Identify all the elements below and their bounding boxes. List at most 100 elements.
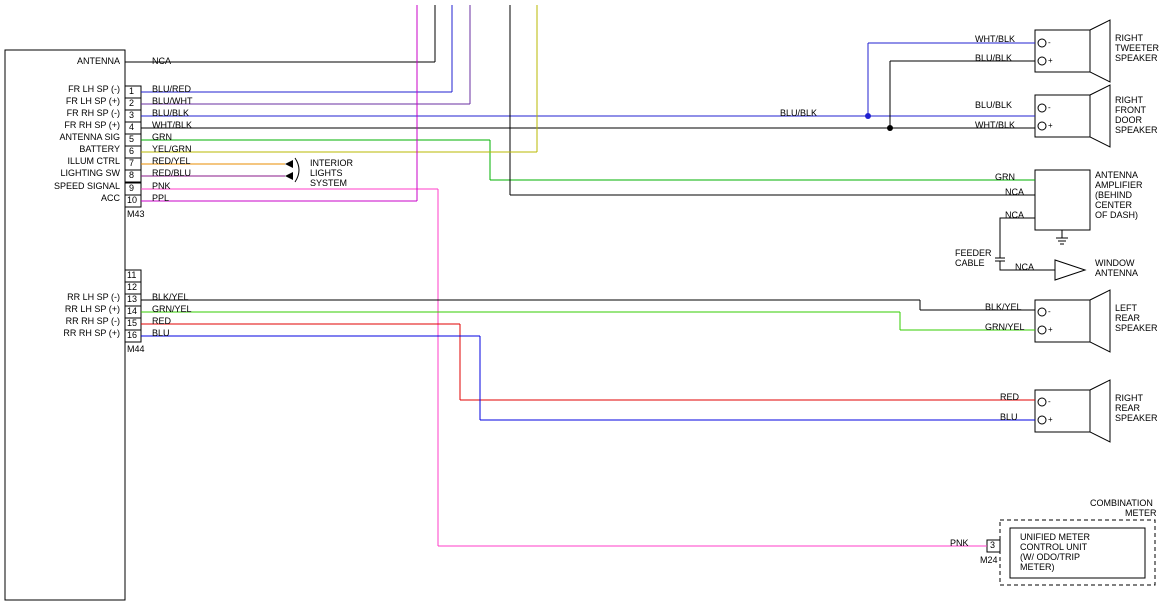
sym-pos2: +: [1048, 121, 1053, 130]
wc-grnyell: GRN/YEL: [152, 304, 192, 314]
pin-5: 5: [129, 134, 134, 144]
pin-11: 11: [127, 270, 136, 280]
wc-pnkr: PNK: [950, 538, 969, 548]
pin-8: 8: [129, 170, 134, 180]
rt-tw3: SPEAKER: [1115, 53, 1158, 63]
pin3r: 3: [990, 540, 995, 550]
rt-tw2: TWEETER: [1115, 43, 1159, 53]
wc-blkyell: BLK/YEL: [152, 292, 189, 302]
conn-m24: M24: [980, 555, 998, 565]
label-speed: SPEED SIGNAL: [54, 181, 120, 191]
blk-int3: SYSTEM: [310, 178, 347, 188]
pin-6: 6: [129, 146, 134, 156]
wc-pnk: PNK: [152, 181, 171, 191]
rt-fd1: RIGHT: [1115, 95, 1143, 105]
amp2: AMPLIFIER: [1095, 180, 1143, 190]
um2: CONTROL UNIT: [1020, 542, 1087, 552]
lr1: LEFT: [1115, 303, 1137, 313]
sym-neg1: -: [1048, 38, 1051, 47]
label-batt: BATTERY: [79, 144, 120, 154]
lr3: SPEAKER: [1115, 323, 1158, 333]
win1: WINDOW: [1095, 258, 1135, 268]
sym-neg2: -: [1048, 103, 1051, 112]
wc-whtblkr2: WHT/BLK: [975, 120, 1015, 130]
label-acc: ACC: [101, 193, 120, 203]
win2: ANTENNA: [1095, 268, 1138, 278]
wc-blublkr1: BLU/BLK: [975, 53, 1012, 63]
amp4: CENTER: [1095, 200, 1132, 210]
wc-ncaamp1: NCA: [1005, 187, 1024, 197]
label-frlhp: FR LH SP (+): [66, 96, 120, 106]
wc-blured: BLU/RED: [152, 84, 191, 94]
cable: CABLE: [955, 258, 985, 268]
label-rrrhn: RR RH SP (-): [66, 316, 120, 326]
pin-12: 12: [127, 282, 137, 292]
wc-yelgrn: YEL/GRN: [152, 144, 192, 154]
label-antenna: ANTENNA: [77, 56, 120, 66]
label-rrrhp: RR RH SP (+): [63, 328, 120, 338]
pin-3: 3: [129, 110, 134, 120]
pin-14: 14: [127, 306, 137, 316]
lr2: REAR: [1115, 313, 1140, 323]
pin-7: 7: [129, 158, 134, 168]
amp1: ANTENNA: [1095, 170, 1138, 180]
rt-fd3: DOOR: [1115, 115, 1142, 125]
sym-pos4: +: [1048, 415, 1053, 424]
wc-blublkmid: BLU/BLK: [780, 108, 817, 118]
wc-blublkr2: BLU/BLK: [975, 100, 1012, 110]
feeder: FEEDER: [955, 248, 992, 258]
wc-ppl: PPL: [152, 193, 169, 203]
comb: COMBINATION: [1090, 498, 1153, 508]
wc-blkyelr: BLK/YEL: [985, 302, 1022, 312]
wc-redr: RED: [1000, 392, 1019, 402]
um3: (W/ ODO/TRIP: [1020, 552, 1080, 562]
wc-whtblkr1: WHT/BLK: [975, 34, 1015, 44]
wc-blublkl: BLU/BLK: [152, 108, 189, 118]
pin-9: 9: [129, 183, 134, 193]
pin-2: 2: [129, 98, 134, 108]
blk-int2: LIGHTS: [310, 168, 343, 178]
pin-13: 13: [127, 294, 137, 304]
rt-fd2: FRONT: [1115, 105, 1146, 115]
rr2: REAR: [1115, 403, 1140, 413]
conn-m43: M43: [127, 209, 145, 219]
label-nca: NCA: [152, 56, 171, 66]
wc-redyel: RED/YEL: [152, 156, 191, 166]
meter: METER: [1125, 508, 1157, 518]
conn-m44: M44: [127, 344, 145, 354]
wc-grnyelr: GRN/YEL: [985, 322, 1025, 332]
rr1: RIGHT: [1115, 393, 1143, 403]
um4: METER): [1020, 562, 1055, 572]
wc-whtblkl: WHT/BLK: [152, 120, 192, 130]
label-frrhp: FR RH SP (+): [64, 120, 120, 130]
amp5: OF DASH): [1095, 210, 1138, 220]
wc-ncaamp2: NCA: [1005, 210, 1024, 220]
rt-fd4: SPEAKER: [1115, 125, 1158, 135]
blk-int1: INTERIOR: [310, 158, 353, 168]
wc-redblu: RED/BLU: [152, 168, 191, 178]
sym-neg4: -: [1048, 397, 1051, 406]
label-illum: ILLUM CTRL: [67, 156, 120, 166]
wc-blur: BLU: [1000, 412, 1018, 422]
pin-10: 10: [127, 195, 137, 205]
sym-neg3: -: [1048, 307, 1051, 316]
nca-ant: NCA: [1015, 262, 1034, 272]
pin-1: 1: [129, 86, 134, 96]
um1: UNIFIED METER: [1020, 532, 1090, 542]
pin-15: 15: [127, 318, 137, 328]
label-frrhn: FR RH SP (-): [67, 108, 120, 118]
label-frlhn: FR LH SP (-): [68, 84, 120, 94]
label-lighting: LIGHTING SW: [60, 168, 120, 178]
amp3: (BEHIND: [1095, 190, 1132, 200]
label-rrlhp: RR LH SP (+): [65, 304, 120, 314]
rt-tw1: RIGHT: [1115, 33, 1143, 43]
sym-pos1: +: [1048, 56, 1053, 65]
pin-4: 4: [129, 122, 134, 132]
wc-blul: BLU: [152, 328, 170, 338]
label-antsig: ANTENNA SIG: [59, 132, 120, 142]
wc-redl: RED: [152, 316, 171, 326]
pin-16: 16: [127, 330, 137, 340]
sym-pos3: +: [1048, 325, 1053, 334]
wc-bluwht: BLU/WHT: [152, 96, 193, 106]
wc-grnr: GRN: [995, 172, 1015, 182]
